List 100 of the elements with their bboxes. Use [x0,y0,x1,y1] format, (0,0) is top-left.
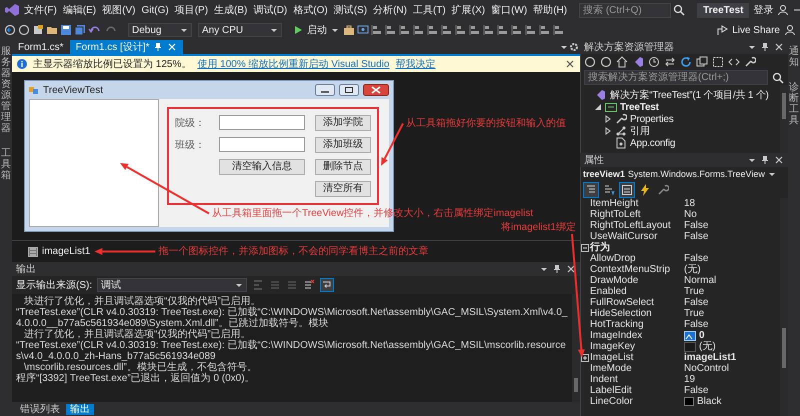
property-value[interactable]: False [684,297,708,308]
live-share-button[interactable]: Live Share [715,24,782,36]
caret-icon[interactable] [748,156,756,164]
pin-icon[interactable] [760,155,770,165]
document-tab[interactable]: Form1.cs [设计]* [70,40,184,54]
caret-icon[interactable] [540,266,548,272]
form-button[interactable]: 清空输入信息 [219,159,305,175]
clock-icon[interactable] [648,56,660,68]
word-wrap-icon[interactable] [320,278,334,292]
property-name[interactable]: HideSelection [590,308,684,319]
text-field[interactable] [219,137,305,152]
back-icon[interactable] [4,24,16,36]
menu-item[interactable]: Git(G) [139,4,171,16]
scrollbar[interactable] [572,294,580,402]
property-value[interactable]: (无) [699,341,716,352]
text-field[interactable] [219,115,305,130]
property-value[interactable]: True [684,286,704,297]
info-link[interactable]: 使用 100% 缩放比例重新启动 Visual Studio [197,58,390,70]
property-name[interactable]: RightToLeftLayout [590,220,684,231]
property-name[interactable]: ContextMenuStrip [590,264,684,275]
property-name[interactable]: LineColor [590,396,684,407]
layout-tool-icon[interactable] [413,24,425,36]
pin-icon[interactable] [153,42,164,52]
menu-item[interactable]: 扩展(X) [450,4,488,16]
monitor-icon[interactable] [357,24,369,36]
lightning-icon[interactable] [639,184,651,196]
folder-icon[interactable] [46,24,58,36]
tree-item[interactable]: 解决方案“TreeTest”(1 个项目/共 1 个) [610,90,769,100]
property-value[interactable]: False [684,220,708,231]
menu-item[interactable]: 调试(D) [251,4,290,16]
property-value[interactable]: False [684,385,708,396]
menu-item[interactable]: 窗口(W) [489,4,530,16]
minimize-icon[interactable] [315,84,335,96]
layout-tool-icon[interactable] [497,24,509,36]
save-icon[interactable] [60,24,72,36]
property-value[interactable]: NoControl [684,363,730,374]
toolbox-icon[interactable] [343,24,355,36]
menu-item[interactable]: 测试(S) [332,4,370,16]
property-value[interactable]: Normal [684,275,716,286]
component-label[interactable]: imageList1 [42,246,90,257]
wrench-icon[interactable] [744,56,756,68]
clear-all-icon[interactable] [303,279,316,291]
search-field[interactable]: 搜索 (Ctrl+Q) [579,2,672,18]
layout-tool-icon[interactable] [553,24,565,36]
form-button[interactable]: 清空所有 [315,181,371,197]
property-name[interactable]: ImeMode [590,363,684,374]
refresh-icon[interactable] [680,56,692,68]
property-name[interactable]: FullRowSelect [590,297,684,308]
code-icon[interactable] [728,56,740,68]
configuration-dropdown[interactable]: Debug [128,23,192,37]
form-button[interactable]: 删除节点 [315,159,371,175]
scrollbar[interactable] [780,85,788,153]
side-tab[interactable]: 工具箱 [1,148,11,181]
menu-item[interactable]: 分析(N) [371,4,409,16]
property-name[interactable]: RightToLeft [590,209,684,220]
layout-tool-icon[interactable] [469,24,481,36]
panel-tab[interactable]: 输出 [66,404,94,414]
property-name[interactable]: UseWaitCursor [590,231,684,242]
layout-tool-icon[interactable] [385,24,397,36]
menu-item[interactable]: 视图(V) [100,4,138,16]
property-name[interactable]: Indent [590,374,684,385]
expander-icon[interactable] [594,103,602,111]
close-icon[interactable] [565,59,575,69]
person-icon[interactable] [784,24,796,36]
pin-icon[interactable] [552,264,562,274]
property-value[interactable]: True [684,308,704,319]
menu-item[interactable]: 项目(P) [172,4,210,16]
property-name[interactable]: Enabled [590,286,684,297]
property-value[interactable]: Black [697,396,722,407]
property-value[interactable]: 18 [684,198,696,209]
layout-tool-icon[interactable] [455,24,467,36]
side-tab[interactable]: 服务器资源管理器 [1,46,11,134]
collapse-icon[interactable] [696,56,708,68]
caret-icon[interactable] [560,44,568,50]
source-dropdown[interactable]: 调试 [97,278,248,292]
property-value[interactable]: 19 [684,374,696,385]
tree-item[interactable]: TreeTest [620,102,659,112]
scrollbar[interactable] [780,198,788,416]
tree-item[interactable]: Properties [630,114,674,124]
tree-item[interactable]: 引用 [630,126,650,136]
side-tab[interactable]: 诊断工具 [789,82,799,126]
object-selector[interactable]: treeView1 System.Windows.Forms.TreeView [580,167,788,182]
gear-icon[interactable] [568,41,580,53]
menu-item[interactable]: 生成(B) [212,4,250,16]
info-link[interactable]: 帮我决定 [395,58,436,70]
menu-item[interactable]: 文件(F) [22,4,59,16]
property-name[interactable]: ImageKey [590,341,684,352]
forward-icon[interactable] [600,56,612,68]
sign-in-link[interactable]: 登录 [751,4,776,16]
layout-tool-icon[interactable] [511,24,523,36]
show-all-icon[interactable] [712,56,724,68]
wrench-icon[interactable] [657,184,669,196]
layout-tool-icon[interactable] [441,24,453,36]
property-name[interactable]: HotTracking [590,319,684,330]
property-name[interactable]: ItemHeight [590,198,684,209]
expander-icon[interactable] [604,115,612,123]
tree-item[interactable]: App.config [630,138,676,148]
menu-item[interactable]: 编辑(E) [60,4,98,16]
pin-icon[interactable] [760,42,770,52]
property-value[interactable]: imageList1 [684,352,736,363]
